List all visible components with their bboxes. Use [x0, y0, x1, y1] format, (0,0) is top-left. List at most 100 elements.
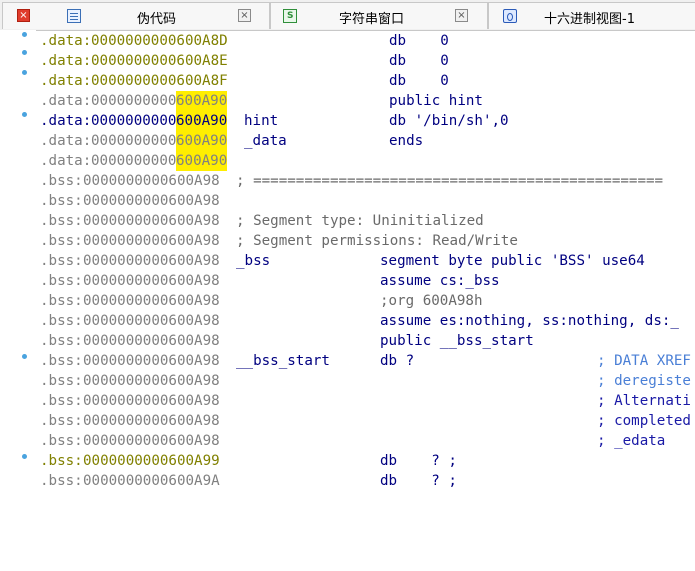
- segment-name: .bss:: [40, 233, 83, 249]
- breakpoint-dot-icon[interactable]: [22, 354, 27, 359]
- segment-name: .bss:: [40, 173, 83, 189]
- listing-line[interactable]: .bss: 0000000000600A98 ; completed: [40, 411, 695, 431]
- xref-comment[interactable]: ; completed: [597, 411, 691, 431]
- comment: ; Segment permissions: Read/Write: [236, 233, 518, 249]
- listing-line[interactable]: .data: 0000000000 600A90: [40, 151, 695, 171]
- listing-line[interactable]: .data: 0000000000600A8D db 0: [40, 31, 695, 51]
- label-name[interactable]: _data: [244, 131, 287, 151]
- address: 0000000000600A99: [83, 453, 220, 469]
- listing-line[interactable]: .bss: 0000000000600A98 assume cs:_bss: [40, 271, 695, 291]
- tab-bar: × 伪代码 × S 字符串窗口 × 十六进制视图-1: [0, 0, 695, 31]
- instruction: public hint: [389, 93, 483, 109]
- breakpoint-dot-icon[interactable]: [22, 112, 27, 117]
- address: 0000000000600A98: [83, 333, 220, 349]
- tab-strings[interactable]: S 字符串窗口 ×: [270, 2, 488, 29]
- breakpoint-dot-icon[interactable]: [22, 50, 27, 55]
- segment-name: .data:: [40, 153, 92, 169]
- segment-name: .bss:: [40, 293, 83, 309]
- address: 0000000000600A8F: [91, 73, 228, 89]
- close-tab-icon[interactable]: ×: [455, 9, 468, 22]
- instruction: segment byte public 'BSS' use64: [380, 253, 645, 269]
- listing-line[interactable]: .bss: 0000000000600A98 ; Segment permiss…: [40, 231, 695, 251]
- address: 0000000000600A98: [83, 373, 220, 389]
- instruction: db ?: [380, 353, 415, 369]
- listing-line[interactable]: .bss: 0000000000600A98 ; Segment type: U…: [40, 211, 695, 231]
- xref-comment[interactable]: ; deregiste: [597, 371, 691, 391]
- breakpoint-dot-icon[interactable]: [22, 32, 27, 37]
- address: 0000000000600A98: [83, 413, 220, 429]
- label-name[interactable]: hint: [244, 111, 278, 131]
- address: 0000000000: [91, 113, 177, 129]
- close-tab-icon[interactable]: ×: [238, 9, 251, 22]
- segment-name: .data:: [40, 133, 92, 149]
- segment-name: .bss:: [40, 273, 83, 289]
- address: 0000000000600A98: [83, 233, 220, 249]
- breakpoint-dot-icon[interactable]: [22, 454, 27, 459]
- instruction: db ? ;: [380, 473, 457, 489]
- segment-name: .bss:: [40, 313, 83, 329]
- segment-name: .bss:: [40, 433, 83, 449]
- segment-name: .bss:: [40, 473, 83, 489]
- instruction: db ? ;: [380, 453, 457, 469]
- segment-name: .data:: [40, 93, 92, 109]
- segment-name: .data:: [40, 33, 92, 49]
- breakpoint-dot-icon[interactable]: [22, 70, 27, 75]
- address: 0000000000600A98: [83, 213, 220, 229]
- label-name[interactable]: _bss: [236, 251, 270, 271]
- close-tab-icon[interactable]: ×: [17, 9, 30, 22]
- address: 0000000000600A98: [83, 313, 220, 329]
- listing-line[interactable]: .data: 0000000000 600A90 hint db '/bin/s…: [40, 111, 695, 131]
- address: 0000000000600A8E: [91, 53, 228, 69]
- highlighted-address: 600A90: [176, 151, 228, 171]
- instruction: db 0: [389, 73, 449, 89]
- tab-pseudocode-label: 伪代码: [137, 12, 177, 27]
- address: 0000000000600A98: [83, 353, 220, 369]
- instruction: public __bss_start: [380, 333, 534, 349]
- instruction: db 0: [389, 33, 449, 49]
- listing-line[interactable]: .bss: 0000000000600A98 _bss segment byte…: [40, 251, 695, 271]
- segment-name: .data:: [40, 113, 92, 129]
- listing-line[interactable]: .bss: 0000000000600A98 ;org 600A98h: [40, 291, 695, 311]
- instruction: assume cs:_bss: [380, 273, 500, 289]
- segment-name: .bss:: [40, 413, 83, 429]
- tab-hex-view-label: 十六进制视图-1: [544, 12, 635, 27]
- disassembly-view[interactable]: .data: 0000000000600A8D db 0 .data: 0000…: [40, 31, 695, 491]
- listing-line[interactable]: .bss: 0000000000600A98 ; ===============…: [40, 171, 695, 191]
- hex-view-icon: [503, 9, 517, 23]
- address: 0000000000600A98: [83, 273, 220, 289]
- comment: ; ======================================…: [236, 173, 664, 189]
- tab-pseudocode[interactable]: × 伪代码 ×: [2, 2, 270, 29]
- segment-name: .bss:: [40, 373, 83, 389]
- instruction: db '/bin/sh',0: [389, 113, 509, 129]
- comment: ;org 600A98h: [380, 293, 483, 309]
- listing-line[interactable]: .data: 0000000000600A8E db 0: [40, 51, 695, 71]
- highlighted-address: 600A90: [176, 111, 228, 131]
- listing-line[interactable]: .bss: 0000000000600A98 public __bss_star…: [40, 331, 695, 351]
- address: 0000000000600A98: [83, 293, 220, 309]
- listing-line[interactable]: .bss: 0000000000600A9A db ? ;: [40, 471, 695, 491]
- pseudocode-icon: [67, 9, 81, 23]
- listing-line[interactable]: .bss: 0000000000600A98 assume es:nothing…: [40, 311, 695, 331]
- address: 0000000000: [91, 93, 177, 109]
- listing-line[interactable]: .data: 0000000000600A8F db 0: [40, 71, 695, 91]
- listing-line[interactable]: .bss: 0000000000600A99 db ? ;: [40, 451, 695, 471]
- label-name[interactable]: __bss_start: [236, 351, 330, 371]
- comment: ; Segment type: Uninitialized: [236, 213, 484, 229]
- listing-line[interactable]: .data: 0000000000 600A90 public hint: [40, 91, 695, 111]
- xref-comment[interactable]: ; Alternati: [597, 391, 691, 411]
- instruction: ends: [389, 133, 424, 149]
- segment-name: .bss:: [40, 193, 83, 209]
- listing-line[interactable]: .bss: 0000000000600A98 ; Alternati: [40, 391, 695, 411]
- instruction: db 0: [389, 53, 449, 69]
- xref-comment[interactable]: ; _edata: [597, 431, 665, 451]
- listing-line[interactable]: .bss: 0000000000600A98 __bss_start db ? …: [40, 351, 695, 371]
- highlighted-address: 600A90: [176, 91, 228, 111]
- address: 0000000000600A98: [83, 173, 220, 189]
- listing-line[interactable]: .bss: 0000000000600A98: [40, 191, 695, 211]
- tab-hex-view[interactable]: 十六进制视图-1: [488, 2, 695, 29]
- listing-line[interactable]: .bss: 0000000000600A98 ; deregiste: [40, 371, 695, 391]
- listing-line[interactable]: .data: 0000000000 600A90 _data ends: [40, 131, 695, 151]
- xref-comment[interactable]: ; DATA XREF: [597, 351, 691, 371]
- listing-line[interactable]: .bss: 0000000000600A98 ; _edata: [40, 431, 695, 451]
- segment-name: .bss:: [40, 453, 83, 469]
